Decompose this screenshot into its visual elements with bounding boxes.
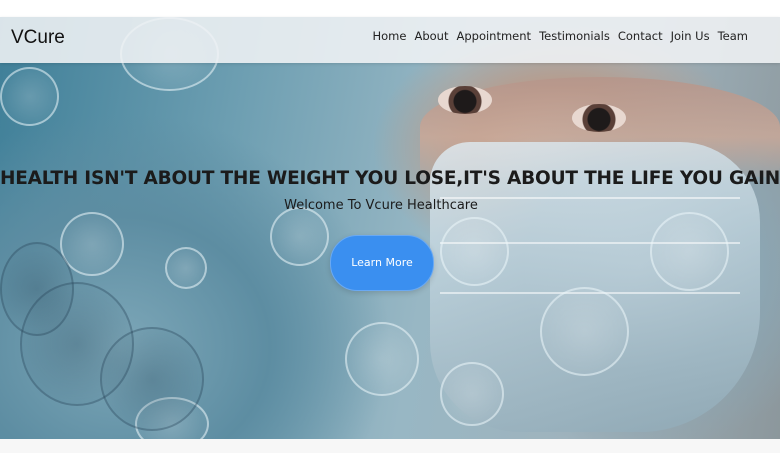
nav-link-join-us[interactable]: Join Us — [667, 28, 714, 44]
bottom-strip — [0, 439, 780, 453]
nav-link-contact[interactable]: Contact — [614, 28, 667, 44]
virus-graphic — [270, 207, 329, 266]
hero-banner — [0, 17, 780, 439]
hero-subtitle: Welcome To Vcure Healthcare — [284, 198, 478, 213]
hero-eye-right — [572, 104, 626, 132]
navbar: VCure Home About Appointment Testimonial… — [0, 17, 780, 63]
nav-link-team[interactable]: Team — [714, 28, 752, 44]
nav-link-home[interactable]: Home — [369, 28, 411, 44]
nav-links: Home About Appointment Testimonials Cont… — [369, 28, 753, 44]
virus-graphic — [165, 247, 207, 289]
virus-graphic — [100, 327, 204, 431]
virus-graphic — [0, 67, 59, 126]
virus-graphic — [345, 322, 419, 396]
nav-link-testimonials[interactable]: Testimonials — [535, 28, 614, 44]
virus-graphic — [650, 212, 729, 291]
learn-more-button[interactable]: Learn More — [330, 235, 434, 291]
virus-graphic — [440, 362, 504, 426]
virus-graphic — [440, 217, 509, 286]
hero-headline: HEALTH ISN'T ABOUT THE WEIGHT YOU LOSE,I… — [0, 168, 780, 189]
nav-link-appointment[interactable]: Appointment — [452, 28, 535, 44]
hero-eye-left — [438, 86, 492, 114]
page: VCure Home About Appointment Testimonial… — [0, 0, 780, 453]
brand-logo[interactable]: VCure — [11, 27, 65, 49]
virus-graphic — [540, 287, 629, 376]
nav-link-about[interactable]: About — [410, 28, 452, 44]
